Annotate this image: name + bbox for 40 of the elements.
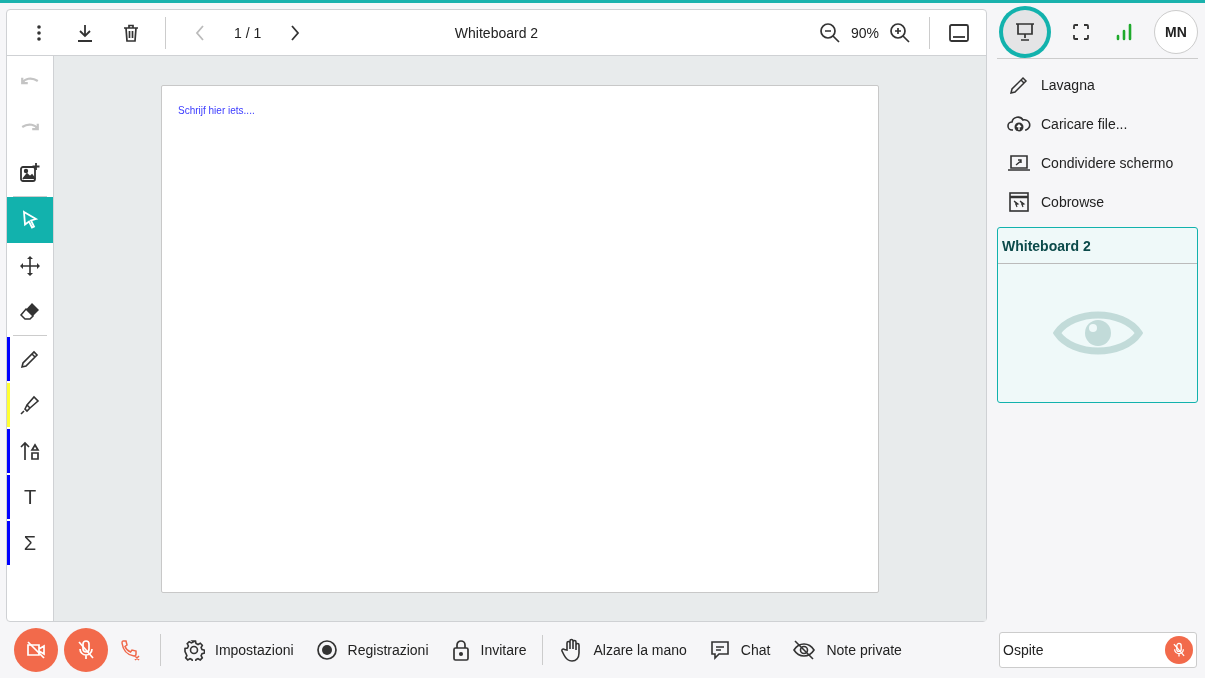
record-button[interactable]: Registrazioni — [307, 635, 437, 665]
eraser-icon — [19, 301, 41, 323]
sidebar-menu-item[interactable]: Cobrowse — [997, 182, 1198, 221]
text-tool[interactable]: T — [7, 474, 53, 520]
card-title: Whiteboard 2 — [998, 228, 1197, 264]
page-indicator: 1 / 1 — [233, 24, 263, 41]
chat-button[interactable]: Chat — [700, 635, 779, 665]
eye-off-button[interactable]: Note private — [784, 635, 910, 665]
hand-button[interactable]: Alzare la mano — [553, 634, 695, 666]
microphone-toggle-button[interactable] — [64, 628, 108, 672]
canvas-text: Schrijf hier iets.... — [178, 105, 255, 116]
highlighter-icon — [19, 394, 41, 416]
whiteboard-title: Whiteboard 2 — [454, 24, 539, 41]
user-avatar[interactable]: MN — [1154, 9, 1198, 54]
whiteboard-card[interactable]: Whiteboard 2 — [997, 227, 1198, 403]
shapes-icon — [19, 440, 41, 462]
camera-off-icon — [25, 639, 47, 661]
eye-off-icon — [792, 639, 817, 661]
settings-button[interactable]: Impostazioni — [175, 635, 302, 665]
zoom-level: 90% — [850, 24, 879, 41]
record-icon — [315, 639, 338, 661]
browser-window-icon — [1007, 190, 1031, 213]
guest-name-field[interactable]: Ospite — [999, 632, 1197, 668]
camera-toggle-button[interactable] — [14, 628, 58, 672]
lock-icon — [450, 639, 471, 661]
redo-icon — [20, 121, 40, 133]
muted-microphone-icon — [75, 639, 97, 661]
whiteboard-canvas[interactable]: Schrijf hier iets.... — [161, 85, 879, 593]
formula-tool[interactable]: Σ — [7, 520, 53, 566]
chat-icon — [708, 639, 731, 661]
lock-button[interactable]: Invitare — [442, 635, 544, 665]
sidebar-menu-item[interactable]: Caricare file... — [997, 104, 1198, 143]
add-image-icon — [19, 162, 41, 184]
sidebar-menu-item[interactable]: Lavagna — [997, 65, 1198, 104]
sidebar-menu-item[interactable]: Condividere schermo — [997, 143, 1198, 182]
settings-icon — [183, 639, 205, 661]
pencil-icon — [19, 348, 41, 370]
move-arrows-icon — [19, 255, 41, 277]
undo-icon — [20, 75, 40, 87]
signal-icon — [1115, 22, 1133, 41]
